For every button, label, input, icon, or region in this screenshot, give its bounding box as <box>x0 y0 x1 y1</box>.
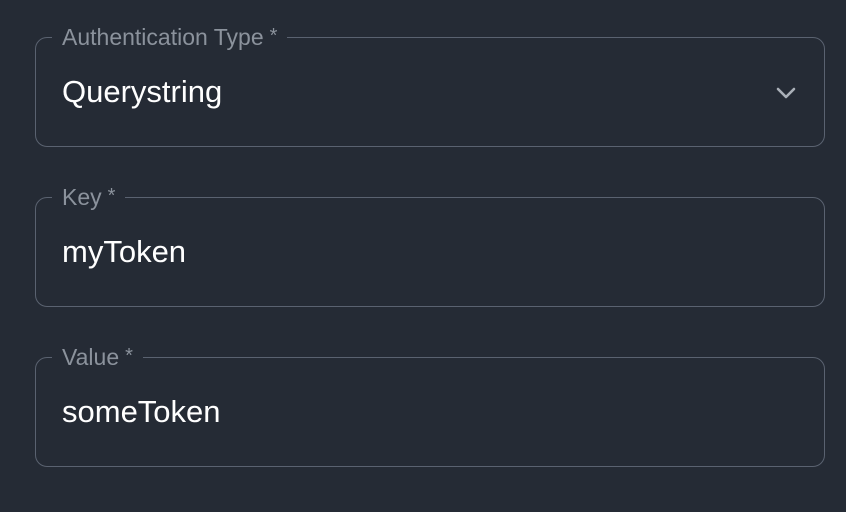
value-field[interactable]: Value * someToken <box>35 341 825 467</box>
key-label: Key * <box>52 181 126 215</box>
key-label-text: Key <box>62 184 102 210</box>
required-asterisk: * <box>125 345 133 367</box>
chevron-down-icon[interactable] <box>774 81 798 105</box>
key-field[interactable]: Key * myToken <box>35 181 825 307</box>
value-label-text: Value <box>62 344 120 370</box>
required-asterisk: * <box>107 185 116 207</box>
authentication-type-select[interactable]: Authentication Type * Querystring <box>35 21 825 147</box>
authentication-type-label-text: Authentication Type <box>62 24 264 50</box>
value-input-value[interactable]: someToken <box>62 394 221 430</box>
value-label: Value * <box>52 341 143 375</box>
authentication-type-label: Authentication Type * <box>52 21 288 55</box>
authentication-type-value: Querystring <box>62 74 223 109</box>
required-asterisk: * <box>269 25 278 47</box>
key-input-value[interactable]: myToken <box>62 234 186 270</box>
